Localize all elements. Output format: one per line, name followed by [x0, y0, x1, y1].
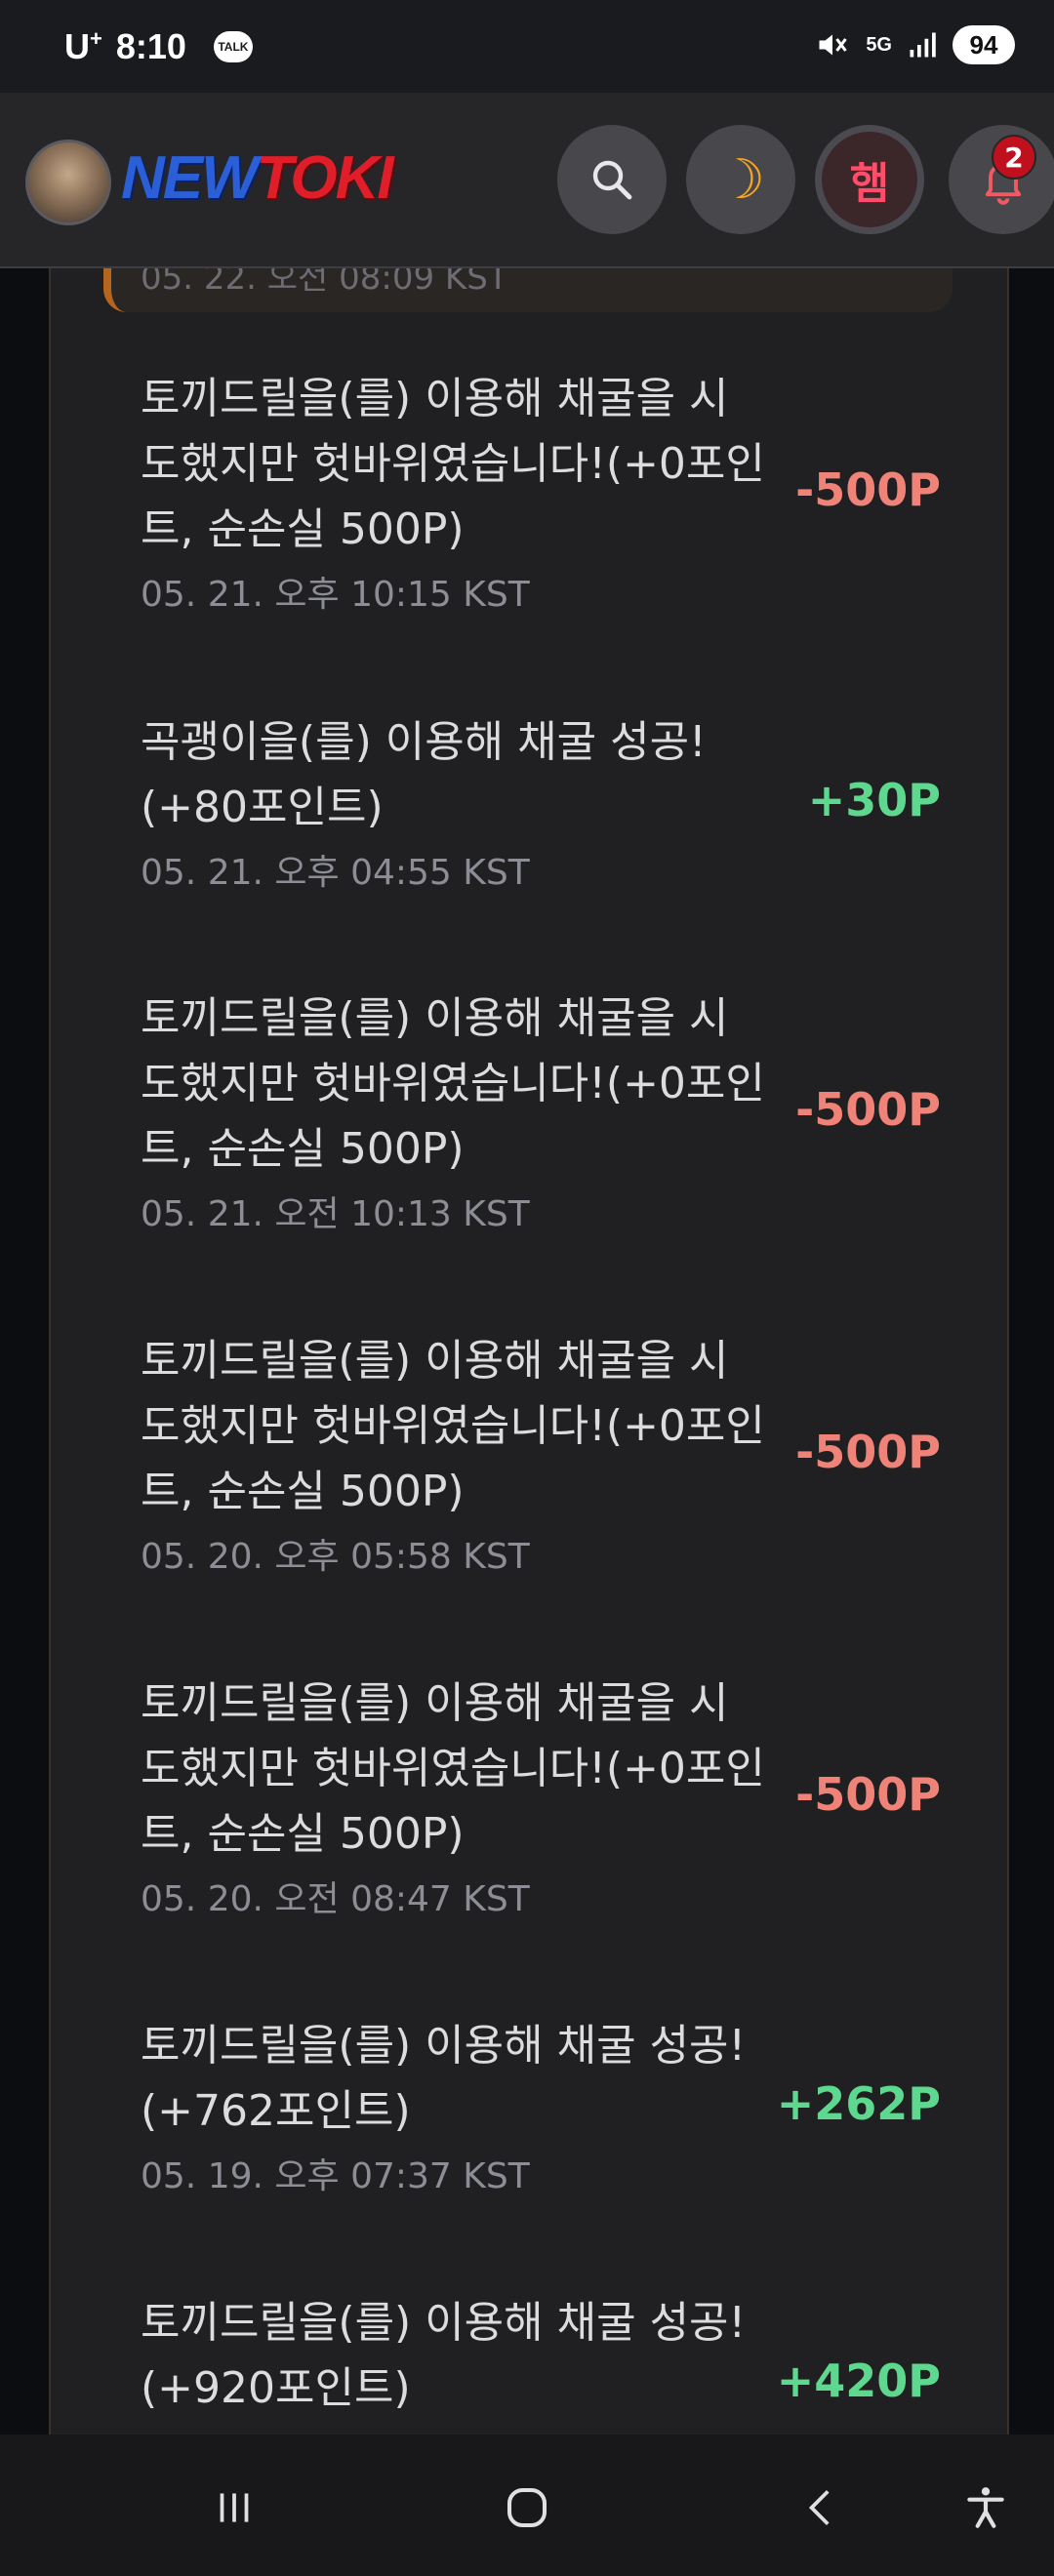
entry-description: 토끼드릴을(를) 이용해 채굴을 시도했지만 헛바위였습니다!(+0포인트, 순… [141, 374, 765, 554]
status-right: 5G 94 [815, 25, 1015, 64]
back-icon [808, 2490, 830, 2525]
notification-button[interactable]: 2 [949, 125, 1054, 234]
entry-time: 05. 21. 오후 04:55 KST [141, 853, 530, 893]
talk-notification-icon: TALK [213, 30, 253, 62]
search-icon [592, 160, 632, 200]
moon-icon: ☽ [715, 147, 766, 212]
search-button[interactable] [557, 125, 667, 234]
mute-icon [819, 34, 848, 56]
entry-time: 05. 22. 오전 08:09 KST [141, 268, 508, 298]
entry-amount: -500P [795, 1083, 941, 1136]
list-item: 토끼드릴을(를) 이용해 채굴 성공!(+762포인트) 05. 19. 오후 … [141, 2013, 941, 2198]
recent-apps-button[interactable] [195, 2474, 273, 2542]
list-item-partial: 05. 22. 오전 08:09 KST [103, 268, 953, 312]
entry-amount: +262P [776, 2077, 941, 2130]
system-nav-bar [0, 2435, 1054, 2576]
accessibility-button[interactable] [947, 2474, 1025, 2542]
accessibility-icon [967, 2487, 1004, 2528]
entry-amount: -500P [795, 463, 941, 516]
avatar[interactable] [25, 140, 111, 225]
carrier-label: U+ [64, 25, 102, 66]
point-history-list: 05. 22. 오전 08:09 KST 토끼드릴을(를) 이용해 채굴을 시도… [49, 268, 1009, 2435]
recent-apps-icon [220, 2493, 249, 2522]
home-icon [507, 2487, 547, 2528]
app-header: NEWTOKI ☽ 햄 2 [0, 93, 1054, 268]
ham-label: 햄 [849, 159, 890, 209]
entry-description: 토끼드릴을(를) 이용해 채굴 성공!(+920포인트) [141, 2298, 747, 2413]
entry-time: 05. 19. 오후 07:37 KST [141, 2156, 530, 2196]
ham-button[interactable]: 햄 [815, 125, 924, 234]
list-item: 토끼드릴을(를) 이용해 채굴을 시도했지만 헛바위였습니다!(+0포인트, 순… [141, 366, 941, 617]
entry-description: 토끼드릴을(를) 이용해 채굴을 시도했지만 헛바위였습니다!(+0포인트, 순… [141, 1336, 765, 1516]
entry-amount: +30P [807, 774, 941, 826]
entry-amount: -500P [795, 1426, 941, 1478]
network-icon: 5G [866, 33, 892, 56]
list-item: 토끼드릴을(를) 이용해 채굴을 시도했지만 헛바위였습니다!(+0포인트, 순… [141, 986, 941, 1236]
notification-badge: 2 [992, 135, 1036, 180]
entry-description: 토끼드릴을(를) 이용해 채굴을 시도했지만 헛바위였습니다!(+0포인트, 순… [141, 1678, 765, 1859]
list-item: 토끼드릴을(를) 이용해 채굴 성공!(+920포인트) +420P [141, 2290, 941, 2421]
entry-description: 곡괭이을(를) 이용해 채굴 성공!(+80포인트) [141, 717, 707, 832]
entry-time: 05. 21. 오전 10:13 KST [141, 1194, 530, 1234]
status-left: U+ 8:10 TALK [64, 26, 253, 67]
entry-description: 토끼드릴을(를) 이용해 채굴 성공!(+762포인트) [141, 2021, 747, 2136]
battery-indicator: 94 [953, 25, 1015, 64]
entry-amount: +420P [776, 2355, 941, 2407]
signal-icon [910, 32, 936, 58]
list-item: 곡괭이을(를) 이용해 채굴 성공!(+80포인트) 05. 21. 오후 04… [141, 709, 941, 895]
list-item: 토끼드릴을(를) 이용해 채굴을 시도했지만 헛바위였습니다!(+0포인트, 순… [141, 1670, 941, 1921]
entry-description: 토끼드릴을(를) 이용해 채굴을 시도했지만 헛바위였습니다!(+0포인트, 순… [141, 993, 765, 1174]
clock: 8:10 [115, 25, 186, 66]
entry-time: 05. 20. 오후 05:58 KST [141, 1537, 530, 1577]
entry-time: 05. 20. 오전 08:47 KST [141, 1879, 530, 1919]
back-button[interactable] [783, 2474, 861, 2542]
site-logo[interactable]: NEWTOKI [121, 140, 394, 218]
entry-time: 05. 21. 오후 10:15 KST [141, 575, 530, 615]
list-item: 토끼드릴을(를) 이용해 채굴을 시도했지만 헛바위였습니다!(+0포인트, 순… [141, 1328, 941, 1579]
dark-mode-toggle[interactable]: ☽ [686, 125, 795, 234]
status-bar: U+ 8:10 TALK 5G 94 [0, 0, 1054, 93]
home-button[interactable] [488, 2474, 566, 2542]
entry-amount: -500P [795, 1768, 941, 1821]
